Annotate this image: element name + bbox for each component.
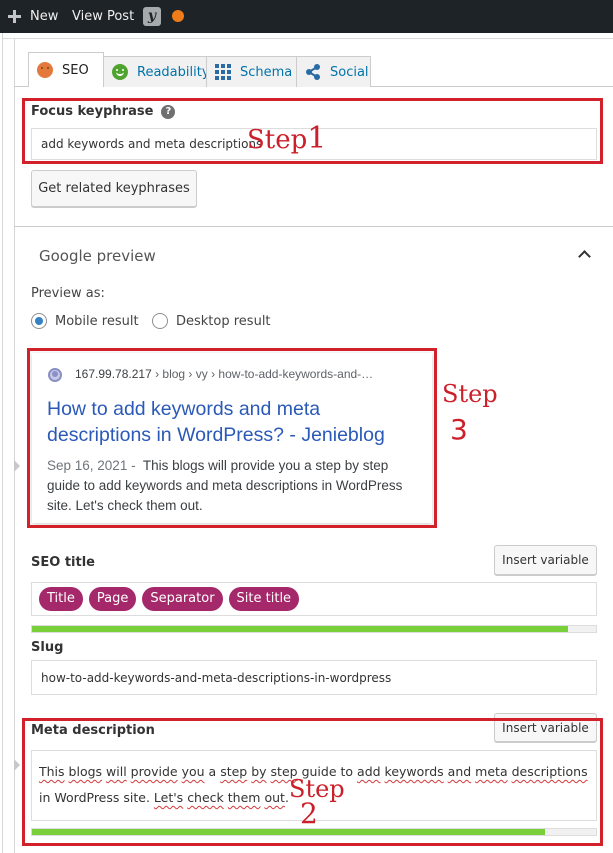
slug-label: Slug [31,640,64,655]
share-icon [305,64,321,80]
seo-score-dot-icon [172,10,184,22]
section-divider [14,226,613,227]
misspelled-word: Let's [153,790,184,805]
focus-keyphrase-label-text: Focus keyphrase [31,104,154,119]
caret-right-icon [14,460,20,472]
mobile-result-radio[interactable]: Mobile result [31,313,139,329]
misspelled-word: and [447,764,472,779]
text-run: a [204,764,221,779]
slug-input[interactable]: how-to-add-keywords-and-meta-description… [31,660,597,695]
snippet-domain: 167.99.78.217 [75,367,152,381]
tab-label: SEO [62,62,89,78]
snippet-path: › blog › vy › how-to-add-keywords-and-… [151,367,374,381]
seo-title-progress-fill [32,626,568,632]
get-related-keyphrases-button[interactable]: Get related keyphrases [31,170,197,207]
new-button[interactable]: New [30,0,58,33]
snippet-description: Sep 16, 2021 - This blogs will provide y… [47,456,417,516]
variable-pill-separator[interactable]: Separator [142,587,223,611]
step2-number: 2 [300,797,318,830]
snippet-url: 167.99.78.217 › blog › vy › how-to-add-k… [75,367,373,381]
seo-title-input[interactable]: Title Page Separator Site title [31,582,597,616]
tab-schema[interactable]: Schema [206,56,297,87]
tab-readability[interactable]: Readability [103,56,210,87]
view-post-link[interactable]: View Post [72,0,134,33]
meta-description-insert-variable-button[interactable]: Insert variable [494,713,597,742]
preview-as-label: Preview as: [31,286,105,301]
radio-checked[interactable] [31,313,47,329]
tab-label: Social [330,64,369,80]
step1-annotation: Step1 [247,124,326,154]
misspelled-word: step [220,764,248,779]
misspelled-word: you [181,764,205,779]
caret-right-icon [14,759,20,771]
tab-seo[interactable]: SEO [28,52,104,87]
variable-pill-page[interactable]: Page [88,587,137,611]
misspelled-word: keywords [384,764,444,779]
misspelled-word: check [187,790,224,805]
misspelled-word: by [251,764,267,779]
radio-label: Desktop result [176,313,271,329]
sad-face-orange-icon [37,62,53,78]
globe-icon [48,368,62,382]
misspelled-word: add [357,764,381,779]
misspelled-word: blogs [68,764,103,779]
snippet-title[interactable]: How to add keywords and meta description… [47,396,417,448]
misspelled-word: them [227,790,261,805]
misspelled-word: This [39,764,65,779]
plus-icon[interactable] [8,10,21,23]
radio-label: Mobile result [55,313,139,329]
seo-title-progress-bar [31,625,597,633]
google-snippet-preview[interactable]: 167.99.78.217 › blog › vy › how-to-add-k… [32,353,432,523]
text-run: in WordPress site. [39,790,154,805]
step3-word: Step [442,380,498,408]
focus-keyphrase-label: Focus keyphrase? [31,104,176,119]
chevron-up-icon[interactable] [578,250,591,263]
tab-label: Schema [240,64,293,80]
tab-social[interactable]: Social [296,56,371,87]
grid-icon [215,64,231,80]
tab-label: Readability [137,64,210,80]
step1-word: Step [247,125,308,155]
step3-number: 3 [450,413,468,446]
seo-title-label: SEO title [31,555,95,570]
variable-pill-title[interactable]: Title [39,587,83,611]
misspelled-word: out [264,790,285,805]
meta-description-label: Meta description [31,723,155,738]
radio-unchecked[interactable] [152,313,168,329]
meta-description-progress-fill [32,829,546,835]
seo-title-insert-variable-button[interactable]: Insert variable [494,545,597,575]
misspelled-word: provide [130,764,178,779]
desktop-result-radio[interactable]: Desktop result [152,313,271,329]
frame-divider [2,38,613,39]
snippet-date: Sep 16, 2021 [47,458,128,473]
frame-border [2,33,3,853]
admin-bar: New View Post y [0,0,613,33]
variable-pill-site-title[interactable]: Site title [228,587,300,611]
smiley-green-icon [112,64,128,80]
misspelled-word: meta [475,764,508,779]
misspelled-word: will [106,764,127,779]
metabox-border [14,39,15,853]
help-icon[interactable]: ? [161,105,176,119]
google-preview-title[interactable]: Google preview [39,247,156,265]
misspelled-word: descriptions [511,764,588,779]
step1-number: 1 [307,121,327,156]
snippet-separator: - [127,458,140,473]
yoast-logo-icon[interactable]: y [143,7,161,26]
